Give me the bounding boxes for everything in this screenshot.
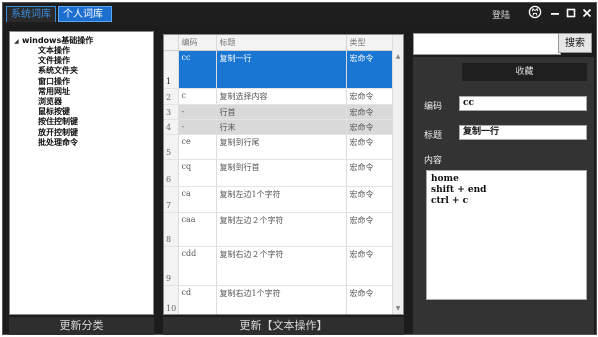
cell-code[interactable]: c bbox=[178, 88, 217, 105]
table-row[interactable]: 1 cc 复制一行 宏命令 bbox=[164, 50, 393, 89]
cell-code[interactable]: cc bbox=[178, 50, 217, 89]
cell-code[interactable]: cdd bbox=[178, 246, 217, 286]
row-number: 7 bbox=[164, 186, 179, 213]
search-button[interactable]: 搜索 bbox=[558, 33, 592, 53]
table-row[interactable]: 9 cdd 复制右边２个字符 宏命令 bbox=[164, 246, 393, 286]
tree-item[interactable]: 鼠标按键 bbox=[38, 107, 78, 117]
tree-item[interactable]: 常用网址 bbox=[38, 87, 78, 97]
close-icon[interactable] bbox=[579, 5, 595, 23]
tree-item[interactable]: 浏览器 bbox=[38, 97, 78, 107]
expand-arrow-icon[interactable]: ◢ bbox=[14, 38, 22, 45]
content-label: 内容 bbox=[424, 156, 443, 166]
cell-type[interactable]: 宏命令 bbox=[346, 212, 393, 247]
maximize-icon[interactable] bbox=[563, 5, 579, 23]
tab-system-dictionary[interactable]: 系统词库 bbox=[6, 6, 56, 22]
cell-code[interactable]: cq bbox=[178, 159, 217, 187]
row-number: 2 bbox=[164, 88, 179, 105]
tree-item[interactable]: 窗口操作 bbox=[38, 77, 78, 87]
row-number: 10 bbox=[164, 285, 179, 314]
app-window: 系统词库 个人词库 登陆 ◢ windows基础操作 文本操作 文件操作 系统文件… bbox=[2, 2, 597, 335]
tree-root-label: windows基础操作 bbox=[22, 36, 94, 45]
cell-code[interactable]: - bbox=[178, 119, 217, 135]
title-field[interactable]: 复制一行 bbox=[459, 125, 587, 140]
cell-type[interactable]: 宏命令 bbox=[346, 159, 393, 187]
grid-vertical-scrollbar[interactable]: ▲ ▼ bbox=[392, 35, 403, 314]
cell-title[interactable]: 复制选择内容 bbox=[216, 88, 347, 105]
cell-title[interactable]: 行末 bbox=[216, 119, 347, 135]
cell-code[interactable]: cd bbox=[178, 285, 217, 314]
table-row[interactable]: 6 cq 复制到行首 宏命令 bbox=[164, 159, 393, 187]
cell-type[interactable]: 宏命令 bbox=[346, 246, 393, 286]
row-number: 6 bbox=[164, 159, 179, 187]
row-number: 5 bbox=[164, 134, 179, 160]
cell-code[interactable]: - bbox=[178, 104, 217, 120]
cell-title[interactable]: 复制右边1个字符 bbox=[216, 285, 347, 314]
category-tree[interactable]: ◢ windows基础操作 文本操作 文件操作 系统文件夹 窗口操作 常用网址 浏… bbox=[9, 31, 154, 315]
table-row[interactable]: 3 - 行首 宏命令 bbox=[164, 104, 393, 120]
tab-personal-dictionary[interactable]: 个人词库 bbox=[58, 6, 112, 22]
github-cat-icon[interactable] bbox=[527, 5, 543, 23]
cell-title[interactable]: 行首 bbox=[216, 104, 347, 120]
cell-title[interactable]: 复制到行尾 bbox=[216, 134, 347, 160]
command-grid: 编码 标题 类型 1 cc 复制一行 宏命令 2 c 复制选择内容 宏命令 3 … bbox=[163, 34, 404, 315]
table-row[interactable]: 10 cd 复制右边1个字符 宏命令 bbox=[164, 285, 393, 314]
row-number: 8 bbox=[164, 212, 179, 247]
update-text-button[interactable]: 更新【文本操作】 bbox=[163, 317, 404, 335]
row-number: 4 bbox=[164, 119, 179, 135]
cell-type[interactable]: 宏命令 bbox=[346, 186, 393, 213]
tree-root[interactable]: ◢ windows基础操作 bbox=[14, 35, 93, 46]
tree-item[interactable]: 放开控制键 bbox=[38, 128, 78, 138]
cell-title[interactable]: 复制一行 bbox=[216, 50, 347, 89]
login-link[interactable]: 登陆 bbox=[492, 8, 510, 21]
column-header-type[interactable]: 类型 bbox=[346, 35, 393, 51]
update-category-button[interactable]: 更新分类 bbox=[9, 317, 154, 335]
table-row[interactable]: 7 ca 复制左边1个字符 宏命令 bbox=[164, 186, 393, 213]
search-input[interactable] bbox=[413, 33, 561, 55]
cell-code[interactable]: ce bbox=[178, 134, 217, 160]
table-row[interactable]: 4 - 行末 宏命令 bbox=[164, 119, 393, 135]
title-bar: 系统词库 个人词库 登陆 bbox=[3, 3, 596, 25]
cell-title[interactable]: 复制右边２个字符 bbox=[216, 246, 347, 286]
cell-title[interactable]: 复制左边２个字符 bbox=[216, 212, 347, 247]
minimize-icon[interactable] bbox=[547, 5, 563, 23]
tree-item[interactable]: 批处理命令 bbox=[38, 138, 78, 148]
code-label: 编码 bbox=[424, 102, 443, 112]
title-label: 标题 bbox=[424, 131, 443, 141]
code-field[interactable]: cc bbox=[459, 96, 587, 111]
scroll-up-icon[interactable]: ▲ bbox=[393, 53, 403, 60]
row-number-header bbox=[164, 35, 179, 51]
favorite-button[interactable]: 收藏 bbox=[462, 63, 587, 81]
content-textarea[interactable]: home shift + end ctrl + c bbox=[426, 170, 587, 300]
table-row[interactable]: 5 ce 复制到行尾 宏命令 bbox=[164, 134, 393, 160]
tree-item[interactable]: 按住控制键 bbox=[38, 117, 78, 127]
cell-type[interactable]: 宏命令 bbox=[346, 134, 393, 160]
column-header-title[interactable]: 标题 bbox=[216, 35, 347, 51]
cell-code[interactable]: caa bbox=[178, 212, 217, 247]
cell-type[interactable]: 宏命令 bbox=[346, 119, 393, 135]
cell-type[interactable]: 宏命令 bbox=[346, 88, 393, 105]
tree-item[interactable]: 系统文件夹 bbox=[38, 66, 78, 76]
scroll-down-icon[interactable]: ▼ bbox=[393, 305, 403, 312]
table-header: 编码 标题 类型 bbox=[164, 35, 393, 51]
cell-title[interactable]: 复制左边1个字符 bbox=[216, 186, 347, 213]
cell-type[interactable]: 宏命令 bbox=[346, 285, 393, 314]
cell-type[interactable]: 宏命令 bbox=[346, 50, 393, 89]
tree-children: 文本操作 文件操作 系统文件夹 窗口操作 常用网址 浏览器 鼠标按键 按住控制键… bbox=[38, 46, 78, 148]
row-number: 1 bbox=[164, 50, 179, 89]
row-number: 3 bbox=[164, 104, 179, 120]
row-number: 9 bbox=[164, 246, 179, 286]
table-row[interactable]: 8 caa 复制左边２个字符 宏命令 bbox=[164, 212, 393, 247]
cell-title[interactable]: 复制到行首 bbox=[216, 159, 347, 187]
column-header-code[interactable]: 编码 bbox=[178, 35, 217, 51]
table-row[interactable]: 2 c 复制选择内容 宏命令 bbox=[164, 88, 393, 105]
command-table: 编码 标题 类型 1 cc 复制一行 宏命令 2 c 复制选择内容 宏命令 3 … bbox=[164, 35, 393, 314]
cell-code[interactable]: ca bbox=[178, 186, 217, 213]
tree-item[interactable]: 文本操作 bbox=[38, 46, 78, 56]
tree-item[interactable]: 文件操作 bbox=[38, 56, 78, 66]
cell-type[interactable]: 宏命令 bbox=[346, 104, 393, 120]
